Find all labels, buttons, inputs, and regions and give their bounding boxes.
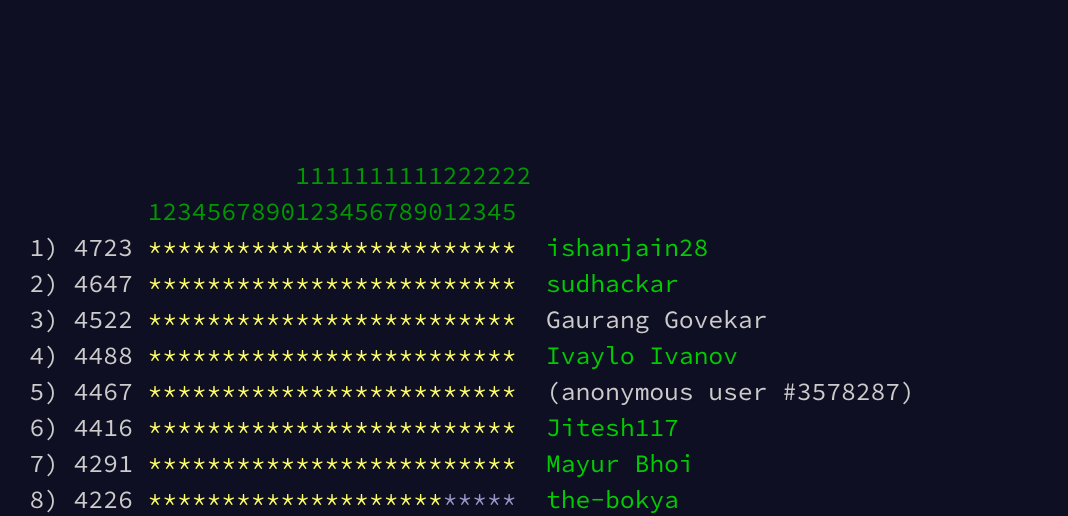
leaderboard-row: 4) 4488 ************************* Ivaylo… [0,338,1068,374]
leaderboard-row: 3) 4522 ************************* Gauran… [0,302,1068,338]
score-cell: 4416 [74,412,148,443]
user-link[interactable]: Mayur Bhoi [546,448,694,479]
stars-gold: ************************* [148,340,517,371]
header-tens: 1111111111222222 [148,160,532,191]
rank-cell: 4) [0,340,74,371]
score-cell: 4467 [74,376,148,407]
rank-cell: 1) [0,232,74,263]
leaderboard: 1111111111222222 12345678901234567890123… [0,158,1068,516]
stars-gold: ************************* [148,412,517,443]
user-link[interactable]: sudhackar [546,268,679,299]
header-ones-row: 1234567890123456789012345 [0,194,1068,230]
stars-gold: ************************* [148,448,517,479]
user-name: (anonymous user #3578287) [546,376,915,407]
header-tens-row: 1111111111222222 [0,158,1068,194]
stars-gold: ************************* [148,232,517,263]
user-link[interactable]: the-bokya [546,484,679,515]
header-pad [0,160,148,191]
user-name: Gaurang Govekar [546,304,767,335]
stars-gold: ************************* [148,304,517,335]
rank-cell: 5) [0,376,74,407]
leaderboard-row: 8) 4226 ************************* the-bo… [0,482,1068,516]
header-pad [0,196,148,227]
leaderboard-row: 6) 4416 ************************* Jitesh… [0,410,1068,446]
user-link[interactable]: ishanjain28 [546,232,708,263]
stars-gold: ************************* [148,268,517,299]
stars-silver: ***** [443,484,517,515]
score-cell: 4488 [74,340,148,371]
stars-gold: ************************* [148,376,517,407]
header-ones: 1234567890123456789012345 [148,196,517,227]
score-cell: 4647 [74,268,148,299]
rank-cell: 7) [0,448,74,479]
score-cell: 4291 [74,448,148,479]
leaderboard-row: 5) 4467 ************************* (anony… [0,374,1068,410]
rank-cell: 8) [0,484,74,515]
stars-gold: ******************** [148,484,443,515]
user-link[interactable]: Ivaylo Ivanov [546,340,738,371]
leaderboard-row: 2) 4647 ************************* sudhac… [0,266,1068,302]
user-link[interactable]: Jitesh117 [546,412,679,443]
score-cell: 4522 [74,304,148,335]
score-cell: 4723 [74,232,148,263]
score-cell: 4226 [74,484,148,515]
rank-cell: 6) [0,412,74,443]
leaderboard-row: 7) 4291 ************************* Mayur … [0,446,1068,482]
rank-cell: 2) [0,268,74,299]
leaderboard-row: 1) 4723 ************************* ishanj… [0,230,1068,266]
rank-cell: 3) [0,304,74,335]
